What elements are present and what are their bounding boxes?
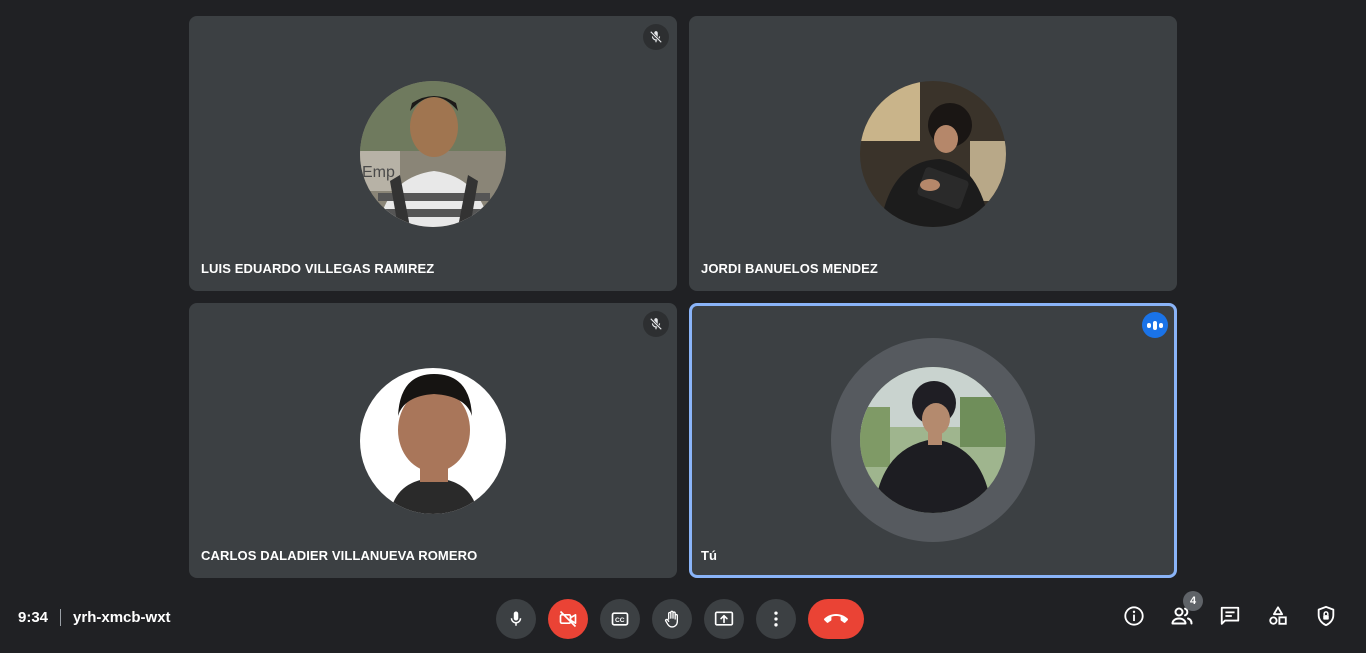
avatar: [860, 80, 1006, 227]
speaking-indicator-icon: [1142, 312, 1168, 338]
activities-button[interactable]: [1266, 604, 1290, 628]
muted-mic-icon: [643, 24, 669, 50]
participant-tile[interactable]: JORDI BANUELOS MENDEZ: [689, 16, 1177, 291]
more-options-button[interactable]: [756, 599, 796, 639]
meeting-code: yrh-xmcb-wxt: [73, 609, 171, 626]
meeting-time: 9:34: [18, 609, 49, 626]
avatar: [360, 367, 506, 514]
microphone-button[interactable]: [496, 599, 536, 639]
video-grid: Emp LUIS EDUARDO VILLEGAS RAMIREZ JORDI …: [0, 0, 1366, 590]
participant-count-badge: 4: [1183, 591, 1203, 611]
people-button[interactable]: 4: [1170, 591, 1203, 628]
bottom-bar: 9:34 yrh-xmcb-wxt CC 4: [0, 590, 1366, 653]
more-options-icon: [774, 611, 778, 627]
chat-button[interactable]: [1218, 604, 1242, 628]
raise-hand-button[interactable]: [652, 599, 692, 639]
captions-icon: CC: [611, 612, 629, 626]
camera-button[interactable]: [548, 599, 588, 639]
chat-icon: [1220, 606, 1240, 625]
meeting-info: 9:34 yrh-xmcb-wxt: [18, 609, 171, 626]
avatar: Emp: [360, 80, 506, 227]
svg-text:Emp: Emp: [362, 164, 395, 181]
meeting-details-button[interactable]: [1122, 604, 1146, 628]
captions-button[interactable]: CC: [600, 599, 640, 639]
side-controls: 4: [1098, 591, 1338, 628]
participant-tile[interactable]: Emp LUIS EDUARDO VILLEGAS RAMIREZ: [189, 16, 677, 291]
microphone-icon: [510, 611, 522, 626]
participant-name: Tú: [701, 548, 718, 563]
shield-lock-icon: [1317, 605, 1335, 627]
end-call-button[interactable]: [808, 599, 864, 639]
activities-icon: [1269, 606, 1287, 625]
host-controls-button[interactable]: [1314, 604, 1338, 628]
participant-tile[interactable]: CARLOS DALADIER VILLANUEVA ROMERO: [189, 303, 677, 578]
present-button[interactable]: [704, 599, 744, 639]
present-screen-icon: [714, 611, 734, 626]
participant-name: LUIS EDUARDO VILLEGAS RAMIREZ: [201, 261, 435, 276]
self-tile[interactable]: Tú: [689, 303, 1177, 578]
end-call-icon: [824, 614, 848, 623]
raise-hand-icon: [665, 610, 678, 628]
participant-name: JORDI BANUELOS MENDEZ: [701, 261, 878, 276]
call-controls: CC: [496, 599, 864, 639]
participant-name: CARLOS DALADIER VILLANUEVA ROMERO: [201, 548, 478, 563]
muted-mic-icon: [643, 311, 669, 337]
camera-off-icon: [559, 610, 577, 628]
divider: [60, 609, 62, 626]
info-icon: [1124, 606, 1144, 626]
svg-text:CC: CC: [615, 617, 625, 624]
avatar: [860, 366, 1006, 513]
